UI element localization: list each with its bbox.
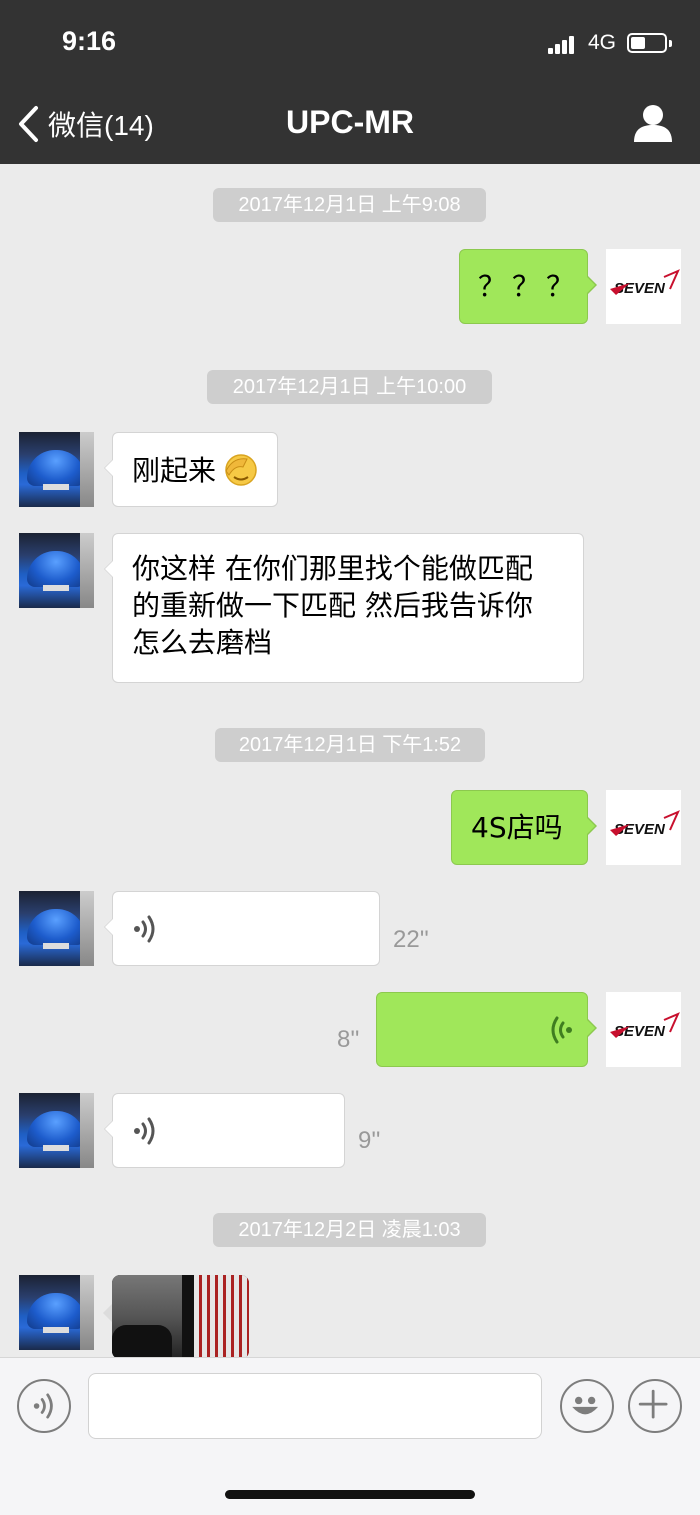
voice-icon <box>33 1393 53 1419</box>
person-icon <box>634 105 672 142</box>
timestamp: 2017年12月1日 下午1:52 <box>215 728 485 762</box>
contact-avatar[interactable] <box>19 1093 94 1168</box>
message-line: 的重新做一下匹配 然后我告诉你 <box>132 589 533 622</box>
voice-duration: 8'' <box>337 1026 360 1053</box>
incoming-text-bubble[interactable]: 刚起来 <box>104 432 278 507</box>
input-toolbar <box>0 1357 700 1515</box>
my-avatar[interactable]: SEVEN <box>606 992 681 1067</box>
timestamp: 2017年12月1日 上午9:08 <box>213 188 486 222</box>
contact-avatar[interactable] <box>19 1275 94 1350</box>
profile-button[interactable] <box>632 103 674 143</box>
chat-title: UPC-MR <box>286 104 414 140</box>
facepalm-emoji <box>223 451 259 487</box>
navigation-header: 9:16 4G 微信(14) UPC-MR <box>0 0 700 164</box>
seven-logo: SEVEN <box>610 810 680 838</box>
voice-wave-icon <box>134 1117 155 1145</box>
seven-logo: SEVEN <box>610 269 680 297</box>
status-time: 9:16 <box>62 26 117 56</box>
incoming-image-message[interactable] <box>112 1275 249 1359</box>
outgoing-voice-bubble[interactable] <box>376 992 597 1067</box>
incoming-text-bubble[interactable]: 你这样 在你们那里找个能做匹配 的重新做一下匹配 然后我告诉你 怎么去磨档 <box>104 533 584 683</box>
voice-duration: 9'' <box>358 1127 381 1154</box>
message-text: 刚起来 <box>132 454 217 487</box>
signal-icon <box>548 34 580 54</box>
message-line: 你这样 在你们那里找个能做匹配 <box>132 552 533 585</box>
seven-logo: SEVEN <box>610 1012 680 1040</box>
outgoing-text-bubble[interactable]: ？？？ <box>459 249 597 324</box>
incoming-voice-bubble[interactable] <box>104 891 380 966</box>
voice-wave-icon <box>134 915 155 943</box>
smiley-icon <box>572 1396 599 1415</box>
timestamp: 2017年12月2日 凌晨1:03 <box>213 1213 486 1247</box>
voice-toggle-button[interactable] <box>17 1379 71 1433</box>
message-text: ？？？ <box>478 270 581 303</box>
plus-icon <box>638 1389 668 1419</box>
message-line: 怎么去磨档 <box>132 626 273 659</box>
timestamp: 2017年12月1日 上午10:00 <box>207 370 492 404</box>
battery-icon <box>627 33 672 53</box>
incoming-voice-bubble[interactable] <box>104 1093 345 1168</box>
home-indicator <box>225 1490 475 1499</box>
message-text: 4S店吗 <box>471 811 563 844</box>
contact-avatar[interactable] <box>19 432 94 507</box>
contact-avatar[interactable] <box>19 891 94 966</box>
network-type: 4G <box>588 31 617 54</box>
more-button[interactable] <box>628 1379 682 1433</box>
voice-wave-icon <box>551 1016 572 1044</box>
voice-duration: 22'' <box>393 926 429 953</box>
my-avatar[interactable]: SEVEN <box>606 249 681 324</box>
contact-avatar[interactable] <box>19 533 94 608</box>
message-input[interactable] <box>88 1373 542 1439</box>
emoji-button[interactable] <box>560 1379 614 1433</box>
outgoing-text-bubble[interactable]: 4S店吗 <box>451 790 597 865</box>
my-avatar[interactable]: SEVEN <box>606 790 681 865</box>
image-bubble-tail <box>103 1304 112 1322</box>
